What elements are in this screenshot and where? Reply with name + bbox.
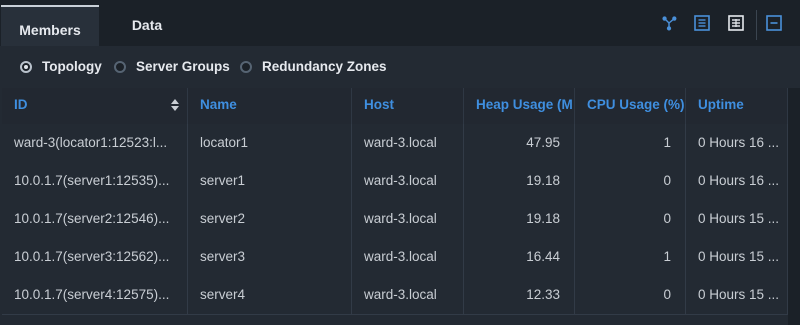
column-header-id[interactable]: ID	[2, 88, 188, 124]
cell-id: 10.0.1.7(server2:12546)...	[2, 200, 188, 238]
grid-view-icon[interactable]	[728, 15, 744, 31]
radio-label: Redundancy Zones	[262, 59, 387, 74]
column-header-heap-usage[interactable]: Heap Usage (M	[464, 88, 575, 124]
radio-label: Topology	[42, 59, 102, 74]
radio-topology[interactable]: Topology	[20, 59, 102, 74]
table-row[interactable]: 10.0.1.7(server2:12546)... server2 ward-…	[2, 200, 788, 239]
panel-view-icon[interactable]	[694, 15, 710, 31]
radio-label: Server Groups	[136, 59, 230, 74]
cell-uptime: 0 Hours 16 ...	[686, 124, 788, 162]
table-row[interactable]: 10.0.1.7(server4:12575)... server4 ward-…	[2, 276, 788, 315]
cell-name: server2	[188, 200, 352, 238]
cell-host: ward-3.local	[352, 238, 464, 276]
table-row[interactable]: 10.0.1.7(server1:12535)... server1 ward-…	[2, 162, 788, 201]
column-header-uptime[interactable]: Uptime	[686, 88, 788, 124]
cell-heap-usage: 47.95	[464, 124, 575, 162]
minimize-icon[interactable]	[766, 15, 782, 31]
radio-redundancy-zones[interactable]: Redundancy Zones	[240, 59, 387, 74]
cell-cpu-usage: 0	[575, 162, 686, 200]
sort-icon[interactable]	[171, 99, 179, 111]
members-table: ID Name Host Heap Usage (M CPU Usage (%)…	[2, 88, 788, 325]
cell-cpu-usage: 0	[575, 276, 686, 314]
cell-uptime: 0 Hours 15 ...	[686, 238, 788, 276]
cell-id: 10.0.1.7(server4:12575)...	[2, 276, 188, 314]
column-header-host[interactable]: Host	[352, 88, 464, 124]
cell-id: 10.0.1.7(server3:12562)...	[2, 238, 188, 276]
tab-data[interactable]: Data	[112, 5, 182, 46]
cell-uptime: 0 Hours 15 ...	[686, 200, 788, 238]
cell-host: ward-3.local	[352, 162, 464, 200]
cell-uptime: 0 Hours 15 ...	[686, 276, 788, 314]
table-header: ID Name Host Heap Usage (M CPU Usage (%)…	[2, 88, 788, 125]
topology-icon[interactable]	[661, 15, 677, 31]
cell-name: server4	[188, 276, 352, 314]
column-header-name[interactable]: Name	[188, 88, 352, 124]
members-panel: Members Data Topology Server Groups Redu…	[0, 0, 800, 325]
cell-name: server3	[188, 238, 352, 276]
cell-heap-usage: 19.18	[464, 162, 575, 200]
radio-unchecked-icon	[240, 60, 252, 73]
table-row[interactable]: ward-3(locator1:12523:l... locator1 ward…	[2, 124, 788, 163]
table-row[interactable]: 10.0.1.7(server3:12562)... server3 ward-…	[2, 238, 788, 277]
cell-host: ward-3.local	[352, 200, 464, 238]
cell-heap-usage: 19.18	[464, 200, 575, 238]
cell-host: ward-3.local	[352, 124, 464, 162]
cell-cpu-usage: 0	[575, 200, 686, 238]
view-options: Topology Server Groups Redundancy Zones	[0, 46, 800, 88]
cell-name: server1	[188, 162, 352, 200]
cell-uptime: 0 Hours 16 ...	[686, 162, 788, 200]
cell-cpu-usage: 1	[575, 124, 686, 162]
radio-server-groups[interactable]: Server Groups	[114, 59, 230, 74]
cell-cpu-usage: 1	[575, 238, 686, 276]
cell-heap-usage: 16.44	[464, 238, 575, 276]
scrollbar-track[interactable]	[788, 88, 800, 325]
column-header-label: ID	[14, 97, 28, 112]
tab-members[interactable]: Members	[1, 5, 99, 46]
radio-checked-icon	[20, 60, 32, 73]
cell-heap-usage: 12.33	[464, 276, 575, 314]
cell-name: locator1	[188, 124, 352, 162]
cell-id: 10.0.1.7(server1:12535)...	[2, 162, 188, 200]
toolbar-divider	[756, 10, 757, 40]
radio-unchecked-icon	[114, 60, 126, 73]
cell-host: ward-3.local	[352, 276, 464, 314]
tab-bar: Members Data	[0, 0, 800, 47]
column-header-cpu-usage[interactable]: CPU Usage (%)	[575, 88, 686, 124]
cell-id: ward-3(locator1:12523:l...	[2, 124, 188, 162]
